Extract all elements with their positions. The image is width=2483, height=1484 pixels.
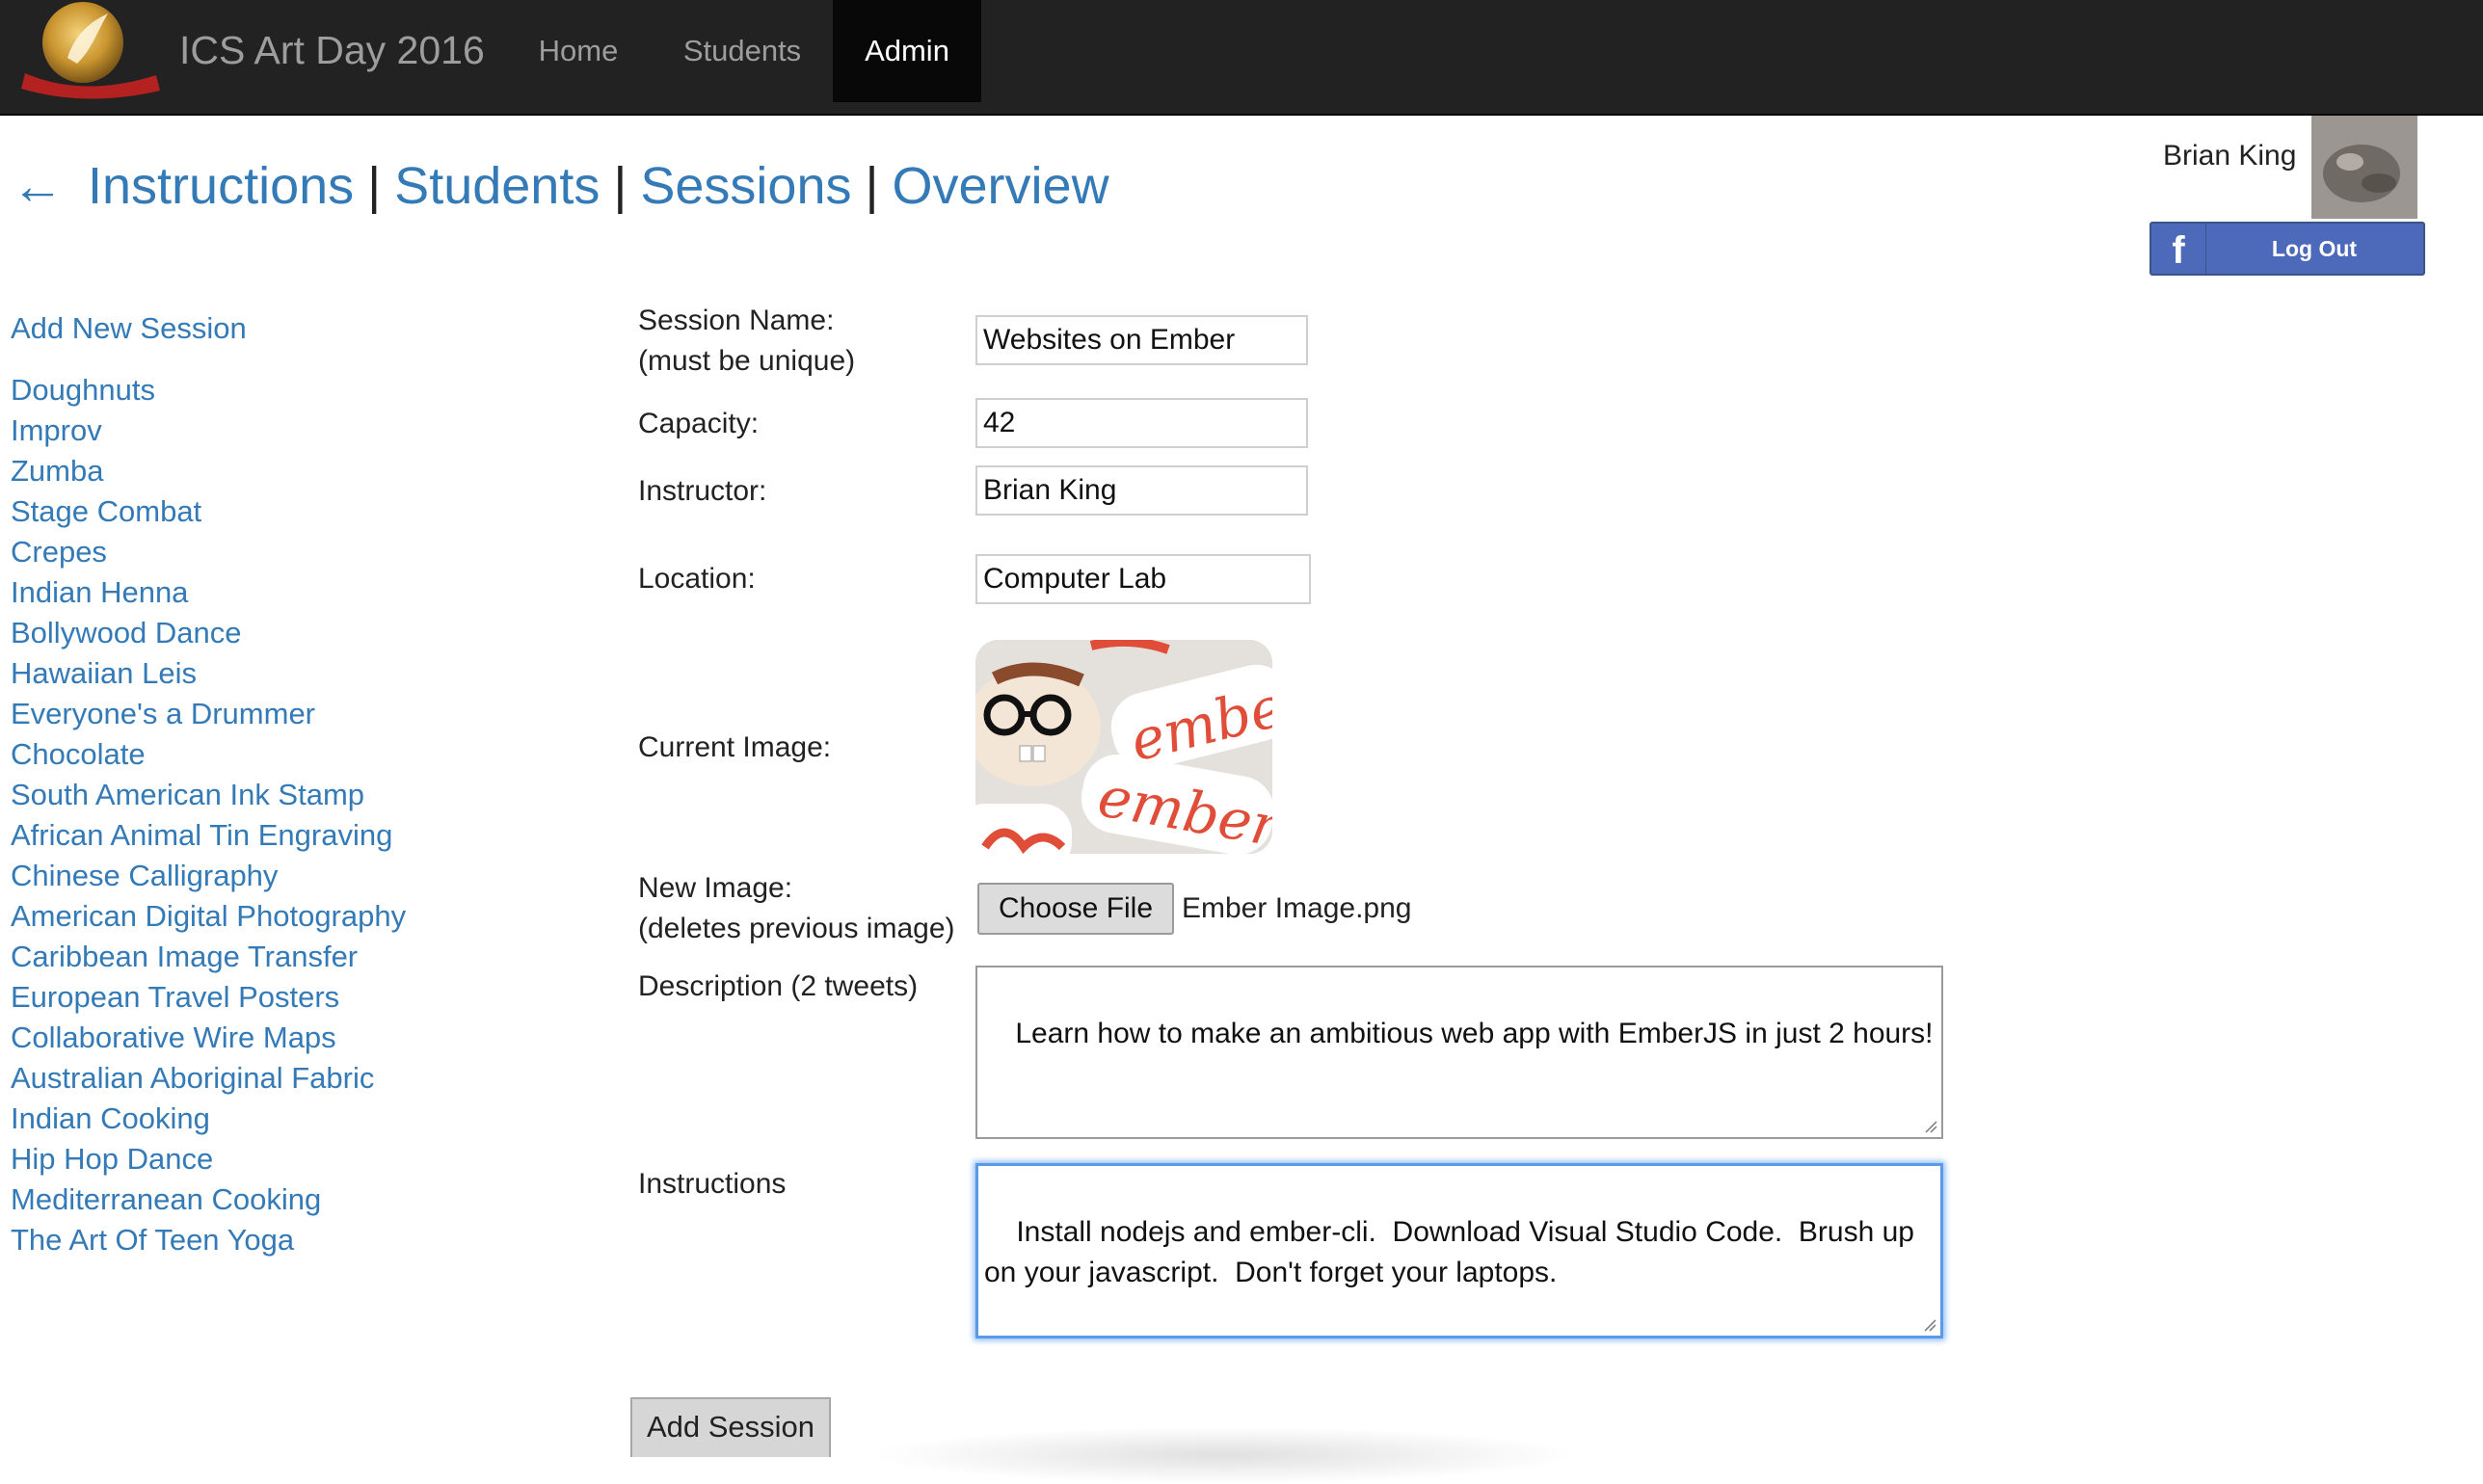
- session-link[interactable]: The Art Of Teen Yoga: [11, 1220, 550, 1260]
- session-link[interactable]: Improv: [11, 411, 550, 451]
- drop-shadow: [868, 1426, 1581, 1484]
- breadcrumb-students[interactable]: Students: [394, 157, 600, 215]
- description-text: Learn how to make an ambitious web app w…: [1015, 1018, 1934, 1049]
- location-label: Location:: [638, 563, 756, 595]
- session-link[interactable]: American Digital Photography: [11, 896, 550, 937]
- session-link[interactable]: Everyone's a Drummer: [11, 694, 550, 734]
- session-link[interactable]: Zumba: [11, 451, 550, 491]
- brand-title[interactable]: ICS Art Day 2016: [179, 25, 485, 75]
- breadcrumb-sessions[interactable]: Sessions: [640, 157, 851, 215]
- session-link[interactable]: Chocolate: [11, 734, 550, 775]
- top-navbar: ICS Art Day 2016 Home Students Admin: [0, 0, 2483, 116]
- nav-home[interactable]: Home: [521, 0, 636, 102]
- back-arrow-icon[interactable]: ←: [12, 157, 64, 215]
- session-link[interactable]: Mediterranean Cooking: [11, 1179, 550, 1220]
- session-link[interactable]: Caribbean Image Transfer: [11, 937, 550, 977]
- resize-grip-icon[interactable]: [1924, 1120, 1937, 1133]
- session-name-hint: (must be unique): [638, 345, 856, 377]
- session-link[interactable]: Stage Combat: [11, 491, 550, 532]
- breadcrumb-separator: |: [367, 157, 382, 215]
- breadcrumb-separator: |: [613, 157, 627, 215]
- instructions-textarea[interactable]: Install nodejs and ember-cli. Download V…: [975, 1163, 1943, 1338]
- breadcrumb-separator: |: [865, 157, 879, 215]
- breadcrumb-overview[interactable]: Overview: [893, 157, 1109, 215]
- session-link[interactable]: Doughnuts: [11, 370, 550, 411]
- add-session-button[interactable]: Add Session: [630, 1397, 831, 1457]
- capacity-input[interactable]: 42: [975, 398, 1308, 448]
- avatar: [2311, 116, 2417, 219]
- session-link[interactable]: Hip Hop Dance: [11, 1139, 550, 1179]
- description-textarea[interactable]: Learn how to make an ambitious web app w…: [975, 966, 1943, 1139]
- new-image-hint: (deletes previous image): [638, 913, 955, 944]
- session-link[interactable]: Bollywood Dance: [11, 613, 550, 653]
- selected-file-name: Ember Image.png: [1182, 892, 1412, 924]
- breadcrumb-instructions[interactable]: Instructions: [88, 157, 354, 215]
- session-link[interactable]: Chinese Calligraphy: [11, 856, 550, 896]
- session-link[interactable]: African Animal Tin Engraving: [11, 815, 550, 856]
- session-link[interactable]: Indian Henna: [11, 572, 550, 613]
- logout-label: Log Out: [2271, 236, 2358, 261]
- session-sidebar: Add New Session Doughnuts Improv Zumba S…: [11, 308, 550, 1260]
- instructor-input[interactable]: Brian King: [975, 465, 1308, 516]
- session-link[interactable]: Indian Cooking: [11, 1099, 550, 1139]
- capacity-label: Capacity:: [638, 408, 760, 439]
- resize-grip-icon[interactable]: [1923, 1318, 1936, 1332]
- breadcrumb: ← Instructions | Students | Sessions | Overvie…: [12, 154, 1109, 218]
- location-input[interactable]: Computer Lab: [975, 554, 1311, 604]
- session-link[interactable]: Hawaiian Leis: [11, 653, 550, 694]
- current-session-image: ember ember: [975, 640, 1272, 854]
- session-link[interactable]: Crepes: [11, 532, 550, 572]
- session-name-input[interactable]: Websites on Ember: [975, 315, 1308, 365]
- nav-admin[interactable]: Admin: [833, 0, 981, 102]
- session-link[interactable]: Australian Aboriginal Fabric: [11, 1058, 550, 1099]
- instructions-label: Instructions: [638, 1168, 787, 1200]
- session-name-label: Session Name:: [638, 305, 835, 336]
- facebook-icon: f: [2151, 224, 2206, 274]
- instructions-text: Install nodejs and ember-cli. Download V…: [984, 1216, 1923, 1288]
- description-label: Description (2 tweets): [638, 970, 919, 1002]
- nav-students[interactable]: Students: [665, 0, 819, 102]
- school-logo[interactable]: [19, 0, 164, 100]
- current-image-label: Current Image:: [638, 731, 832, 763]
- instructor-label: Instructor:: [638, 475, 767, 507]
- session-link[interactable]: European Travel Posters: [11, 977, 550, 1018]
- user-name: Brian King: [2163, 140, 2297, 172]
- new-image-label: New Image:: [638, 872, 793, 904]
- add-new-session-link[interactable]: Add New Session: [11, 308, 550, 349]
- choose-file-button[interactable]: Choose File: [977, 883, 1174, 935]
- session-link[interactable]: South American Ink Stamp: [11, 775, 550, 815]
- facebook-logout-button[interactable]: f Log Out: [2149, 222, 2425, 276]
- session-link[interactable]: Collaborative Wire Maps: [11, 1018, 550, 1058]
